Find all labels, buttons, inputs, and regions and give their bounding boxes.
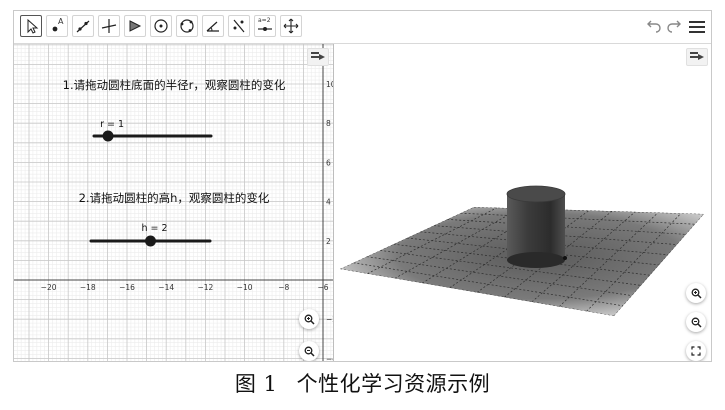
move-graphics-view-tool[interactable] [280, 15, 302, 37]
zoom-out-icon[interactable] [686, 312, 706, 332]
x-tick-label: −10 [237, 283, 253, 292]
graphics-view-3d[interactable] [334, 44, 711, 362]
x-tick-label: −6 [317, 283, 328, 292]
slider-r-label: r = 1 [100, 119, 124, 130]
x-tick-label: −14 [158, 283, 174, 292]
zoom-in-icon[interactable] [686, 283, 706, 303]
x-tick-label: −8 [278, 283, 289, 292]
y-tick-label: 10 [326, 80, 333, 89]
cylinder-side[interactable] [507, 194, 565, 260]
slider-h-knob[interactable] [145, 235, 156, 247]
point-tool-label: A [58, 17, 64, 26]
zoom-in-icon[interactable] [299, 309, 319, 329]
line-icon [76, 20, 90, 33]
reflect-icon [233, 19, 245, 33]
toolbar: Aa=2 [14, 11, 711, 44]
style-bar-toggle-2d[interactable] [307, 48, 329, 66]
move-tool[interactable] [20, 15, 42, 37]
zoom-out-icon[interactable] [299, 341, 319, 361]
cylinder[interactable] [506, 185, 567, 268]
graphics-view-2d[interactable]: −20 −18 −16 −14 −12 −10 −8 −6 10 8 6 4 2 −2 −4 1.请拖动圆柱… [14, 44, 337, 362]
line-tool[interactable] [72, 15, 94, 37]
y-tick-label: 8 [326, 119, 331, 128]
geogebra-app: Aa=2 −20 −18 −16 −14 −12 −10 −8 −6 10 8 6 4 2 −2 −4 1.… [13, 10, 712, 362]
figure-number: 图 1 [234, 372, 278, 396]
angle-icon [206, 21, 219, 32]
point-tool[interactable]: A [46, 15, 68, 37]
move-graphics-view-icon [283, 18, 299, 34]
circle-three-points-icon [180, 19, 194, 33]
slider-tool[interactable]: a=2 [254, 15, 276, 37]
perpendicular-line-icon [101, 19, 117, 33]
redo-icon[interactable] [666, 16, 682, 38]
slider-r-knob[interactable] [102, 130, 114, 142]
perpendicular-line-tool[interactable] [98, 15, 120, 37]
x-tick-label: −18 [80, 283, 96, 292]
figure-title: 个性化学习资源示例 [296, 372, 491, 396]
polygon-icon [129, 20, 142, 32]
fullscreen-icon[interactable] [686, 341, 706, 361]
polygon-tool[interactable] [124, 15, 146, 37]
move-icon [27, 18, 39, 34]
circle-three-points-tool[interactable] [176, 15, 198, 37]
x-tick-label: −12 [197, 283, 213, 292]
coordinate-grid[interactable]: −20 −18 −16 −14 −12 −10 −8 −6 10 8 6 4 2 −2 −4 1.请拖动圆柱… [14, 44, 337, 362]
cylinder-bottom[interactable] [507, 252, 565, 268]
reflect-tool[interactable] [228, 15, 250, 37]
instruction-height: 2.请拖动圆柱的高h，观察圆柱的变化 [79, 191, 270, 205]
x-tick-label: −16 [119, 283, 135, 292]
x-tick-label: −20 [41, 283, 57, 292]
instruction-radius: 1.请拖动圆柱底面的半径r，观察圆柱的变化 [63, 78, 286, 92]
slider-h-label: h = 2 [141, 223, 167, 234]
y-tick-label: −2 [326, 315, 333, 324]
y-tick-label: 2 [326, 237, 331, 246]
undo-icon[interactable] [646, 16, 662, 38]
y-tick-label: 6 [326, 158, 331, 167]
y-tick-label: −4 [326, 354, 333, 362]
circle-center-point-icon [154, 19, 168, 33]
scene-3d[interactable] [334, 44, 711, 362]
circle-center-point-tool[interactable] [150, 15, 172, 37]
slider-tool-label: a=2 [258, 17, 271, 24]
angle-tool[interactable] [202, 15, 224, 37]
cylinder-top[interactable] [506, 185, 566, 203]
hamburger-menu-icon[interactable] [688, 16, 706, 38]
cylinder-point[interactable] [563, 256, 567, 260]
figure-caption: 图 1 个性化学习资源示例 [0, 368, 725, 398]
style-bar-toggle-3d[interactable] [686, 48, 708, 66]
y-tick-label: 4 [326, 198, 331, 207]
